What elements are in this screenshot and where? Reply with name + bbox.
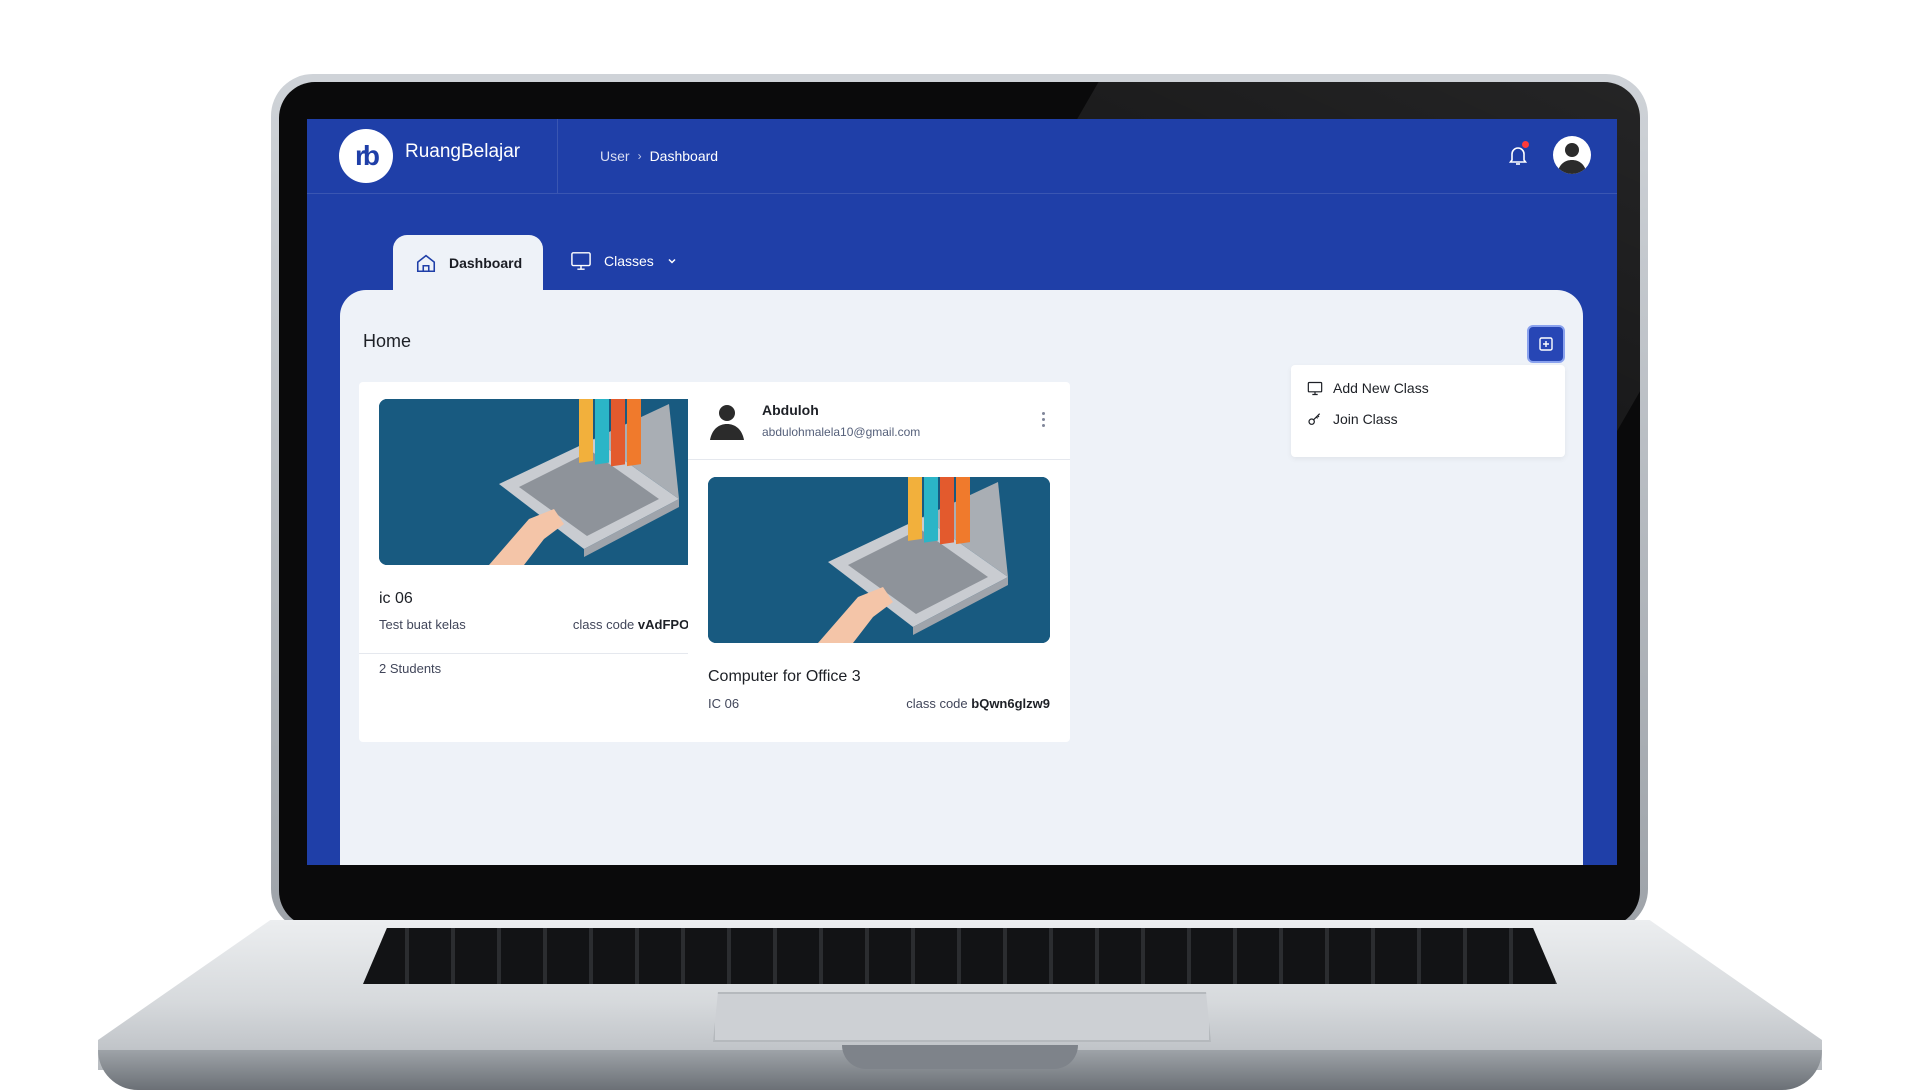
menu-item-add-new-class[interactable]: Add New Class [1307,380,1429,396]
student-count: 2 Students [379,661,442,676]
monitor-icon [1307,381,1323,395]
app-name: RuangBelajar [405,141,521,162]
class-card[interactable]: ic 06 Test buat kelas class code vAdFPOG… [359,382,741,742]
tab-dashboard-label: Dashboard [449,255,523,271]
add-menu-button[interactable] [1527,325,1565,363]
divider [359,653,741,654]
tab-dashboard[interactable]: Dashboard [393,235,543,291]
notification-dot [1522,141,1529,148]
class-code: class code bQwn6glzw9 [906,696,1050,711]
top-bar: rb RuangBelajar User › Dashboard [307,119,1617,194]
chevron-right-icon: › [637,149,642,163]
logo-icon: rb [339,129,393,183]
app-screen: rb RuangBelajar User › Dashboard Dashboa… [307,119,1617,865]
breadcrumb-item-user[interactable]: User [600,148,630,164]
menu-item-label: Join Class [1333,411,1398,427]
more-options-icon[interactable] [1042,412,1046,427]
laptop-trackpad [713,992,1211,1042]
menu-item-join-class[interactable]: Join Class [1307,411,1398,427]
logo-area[interactable]: rb RuangBelajar [307,119,558,193]
home-icon [416,254,436,273]
class-code-value: bQwn6glzw9 [971,696,1050,711]
breadcrumb: User › Dashboard [600,148,718,164]
divider [688,459,1070,460]
key-icon [1308,413,1321,425]
chevron-down-icon [668,258,676,264]
monitor-icon [571,252,591,270]
tab-classes-label: Classes [604,253,654,269]
owner-name: Abduloh [762,402,819,418]
add-dropdown-menu: Add New Class Join Class [1291,365,1565,457]
page-title: Home [363,331,412,351]
class-code-label: class code [572,617,635,632]
menu-item-label: Add New Class [1333,380,1429,396]
content-panel: Home Add New Class Join Class ic 06 Test… [340,290,1583,865]
class-card[interactable]: Abduloh abdulohmalela10@gmail.com Comput… [688,382,1070,742]
plus-square-icon [1539,337,1553,351]
class-code-label: class code [906,696,968,711]
tab-classes[interactable]: Classes [570,241,678,281]
class-subtitle: IC 06 [708,696,740,711]
class-cover-image [379,399,721,565]
class-subtitle: Test buat kelas [379,617,466,632]
user-avatar[interactable] [1553,136,1591,174]
breadcrumb-item-dashboard: Dashboard [649,148,719,164]
class-title: ic 06 [379,590,413,607]
class-title: Computer for Office 3 [708,668,861,685]
owner-avatar [710,405,744,440]
class-cover-image [708,477,1050,643]
laptop-notch [842,1045,1078,1069]
owner-email: abdulohmalela10@gmail.com [762,425,921,439]
laptop-keyboard [363,928,1557,984]
